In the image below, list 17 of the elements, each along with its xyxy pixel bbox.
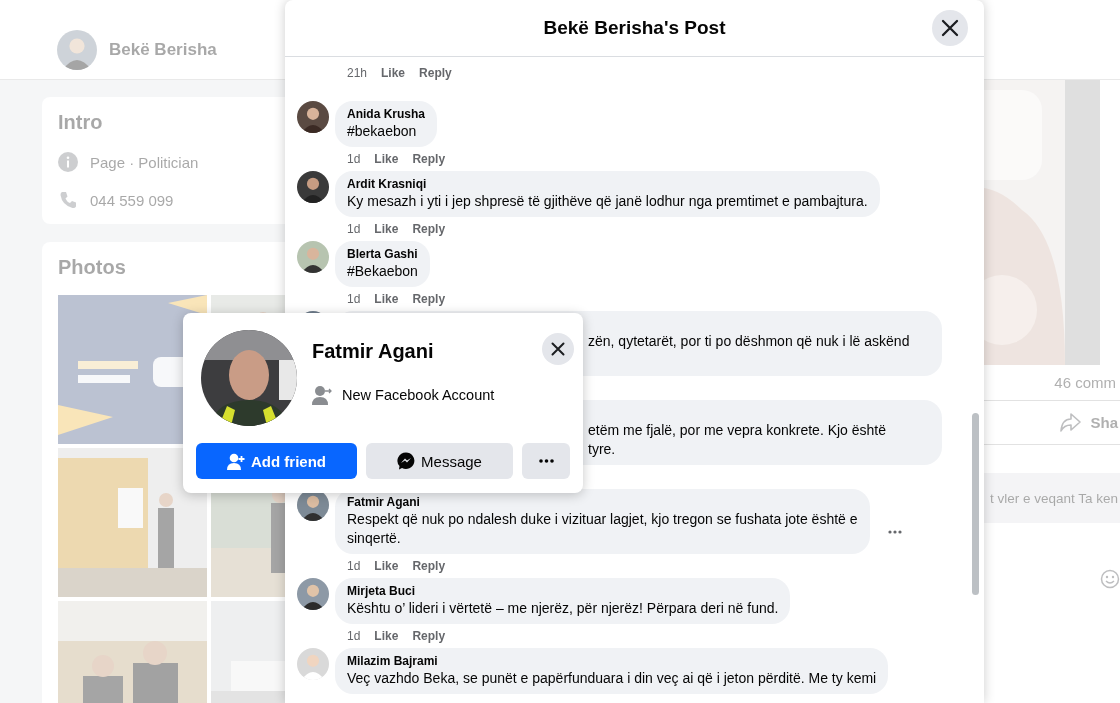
card-title: Photos bbox=[58, 256, 126, 279]
comment-text: Ky mesazh i yti i jep shpresë të gjithëve që janë lodhur nga premtimet e pambajtura. bbox=[347, 192, 868, 211]
dialog-title: Bekë Berisha's Post bbox=[543, 17, 726, 39]
comment-text: zën, qytetarët, por ti po dëshmon që nuk i lë askënd bbox=[588, 332, 911, 351]
profile-detail: New Facebook Account bbox=[342, 387, 495, 403]
comment-text: Veç vazhdo Beka, se punët e papërfunduara i din veç ai që i jeton përditë. Me ty kemi bbox=[347, 669, 877, 688]
comment-text: etëm me fjalë, por me vepra konkrete. Kjo është bbox=[588, 421, 888, 440]
comment-preview: t vler e veqant Ta ken bbox=[989, 490, 1118, 506]
card-title: Intro bbox=[58, 111, 103, 134]
comment-text: #bekaebon bbox=[347, 122, 418, 141]
comment-text: Respekt që nuk po ndalesh duke i vizituar lagjet, kjo tregon se fushata jote është e bbox=[347, 510, 858, 529]
comment-text: #Bekaebon bbox=[347, 262, 418, 281]
intro-text: Page · Politician bbox=[90, 153, 199, 171]
comment-text: sinqertë. bbox=[347, 529, 402, 548]
intro-text: 044 559 099 bbox=[90, 191, 174, 209]
comment-text: Kështu o’ lideri i vërtetë – me njerëz, për njerëz! Përpara deri në fund. bbox=[347, 599, 779, 618]
comment-text: tyre. bbox=[588, 440, 617, 459]
